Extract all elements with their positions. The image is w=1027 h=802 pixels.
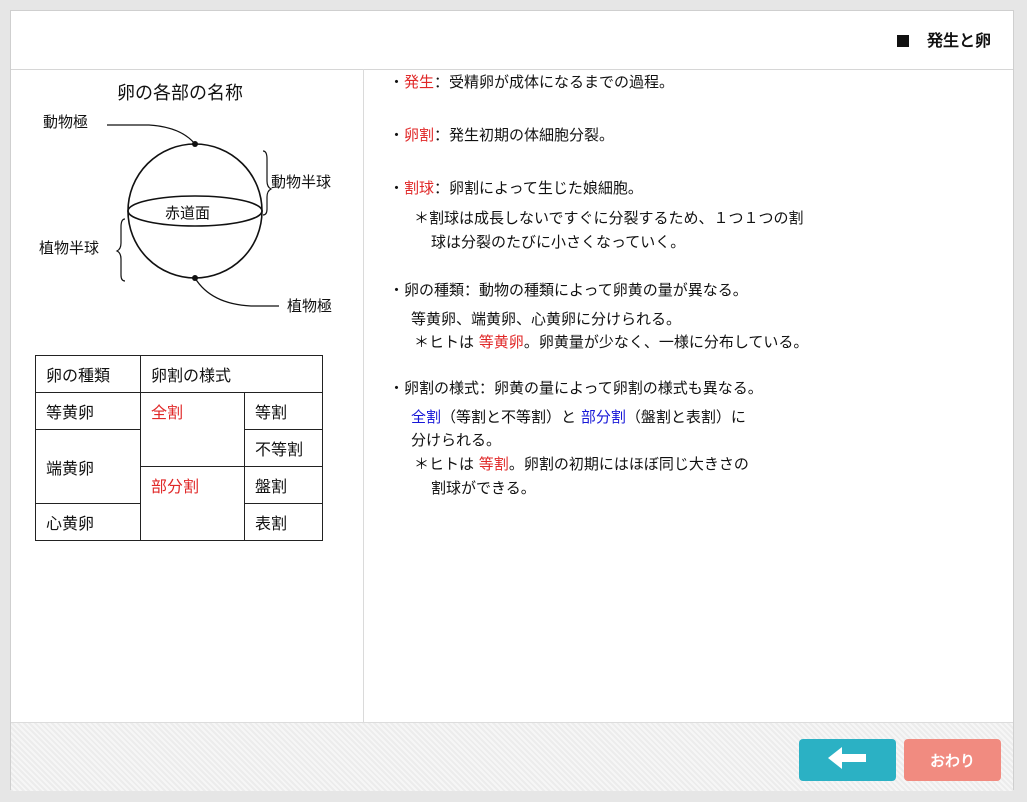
table-cell: 盤割 [244, 466, 323, 504]
table-header-row: 卵の種類 卵割の様式 [35, 355, 323, 393]
term-bubunkatsu: 部分割 [580, 408, 626, 426]
table-cell: 等黄卵 [35, 392, 141, 430]
table-cell: 心黄卵 [35, 503, 141, 541]
table-cell: 等割 [244, 392, 323, 430]
egg-kinds-line1: 等黄卵、端黄卵、心黄卵に分けられる。 [411, 310, 682, 328]
table-cell: 端黄卵 [35, 429, 141, 504]
definition-kakkyu: ・割球：卵割によって生じた娘細胞。 [389, 179, 643, 197]
end-button[interactable]: おわり [904, 739, 1001, 781]
definition-hassei: ・発生：受精卵が成体になるまでの過程。 [389, 73, 675, 91]
animal-pole-leader [107, 124, 196, 145]
animal-hemisphere-label: 動物半球 [271, 173, 332, 191]
table-header: 卵割の様式 [140, 355, 323, 393]
left-arrow-icon [827, 747, 866, 769]
vegetal-hemisphere-brace [115, 218, 126, 282]
table-row: 等黄卵 全割 等割 [35, 392, 323, 467]
term-toukatsu: 等割 [478, 455, 509, 473]
back-button[interactable] [799, 739, 896, 781]
egg-kinds-note: ＊ヒトは 等黄卵。卵黄量が少なく、一様に分布している。 [414, 333, 809, 351]
cleavage-styles-line2: 分けられる。 [411, 431, 502, 449]
cleavage-styles-note-line2: 割球ができる。 [431, 479, 536, 497]
vegetal-hemisphere-label: 植物半球 [39, 239, 100, 257]
term-zenkatsu: 全割 [411, 408, 442, 426]
cleavage-styles-heading: ・卵割の様式：卵黄の量によって卵割の様式も異なる。 [389, 379, 763, 397]
definition-rankatsu: ・卵割：発生初期の体細胞分裂。 [389, 126, 615, 144]
page-title: 発生と卵 [896, 27, 991, 51]
egg-kinds-heading: ・卵の種類：動物の種類によって卵黄の量が異なる。 [389, 281, 748, 299]
table-header: 卵の種類 [35, 355, 141, 393]
animal-hemisphere-brace [262, 150, 273, 216]
term-rankatsu: 卵割 [404, 126, 435, 144]
kakkyu-note-line2: 球は分裂のたびに小さくなっていく。 [431, 233, 686, 251]
cleavage-table: 卵の種類 卵割の様式 等黄卵 全割 等割 端黄卵 不等割 部分割 盤割 心黄卵 … [35, 355, 323, 541]
square-bullet-icon [896, 35, 909, 47]
footer-bar: おわり [11, 722, 1013, 791]
term-hassei: 発生 [404, 73, 435, 91]
app-frame: 発生と卵 卵の各部の名称 動物極 動物半球 赤道面 植物半球 植物極 卵の種類 … [10, 10, 1014, 791]
vegetal-pole-leader [194, 277, 279, 307]
table-cell: 部分割 [140, 466, 245, 541]
term-kakkyu: 割球 [404, 179, 435, 197]
column-divider [363, 69, 364, 722]
equator-label: 赤道面 [165, 204, 211, 222]
cleavage-styles-note: ＊ヒトは 等割。卵割の初期にはほぼ同じ大きさの [414, 455, 749, 473]
animal-pole-label: 動物極 [43, 113, 89, 131]
cleavage-styles-line1: 全割（等割と不等割）と 部分割（盤割と表割）に [411, 408, 746, 426]
kakkyu-note-line1: ＊割球は成長しないですぐに分裂するため、１つ１つの割 [414, 209, 804, 227]
header: 発生と卵 [11, 11, 1013, 70]
table-cell: 全割 [140, 392, 245, 467]
vegetal-pole-label: 植物極 [287, 297, 333, 315]
table-cell: 不等割 [244, 429, 323, 467]
egg-diagram [107, 124, 279, 307]
table-cell: 表割 [244, 503, 323, 541]
term-touoran: 等黄卵 [478, 333, 524, 351]
